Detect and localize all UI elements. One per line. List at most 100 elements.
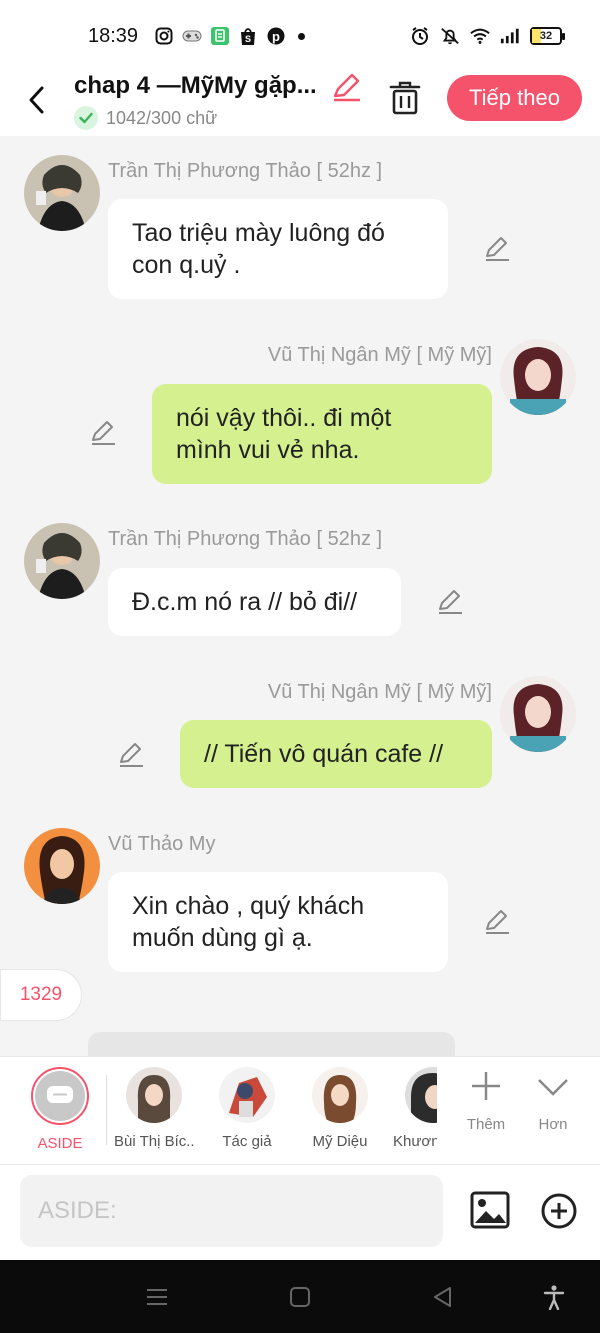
trash-icon bbox=[389, 81, 421, 115]
sender-name: Trần Thị Phương Thảo [ 52hz ] bbox=[108, 160, 383, 182]
edit-title-button[interactable] bbox=[330, 72, 362, 102]
sender-name: Vũ Thị Ngân Mỹ [ Mỹ Mỹ] bbox=[267, 681, 492, 703]
delete-button[interactable] bbox=[388, 78, 422, 116]
message-line: // Tiến vô quán cafe // bbox=[204, 740, 444, 768]
plus-icon bbox=[472, 1072, 500, 1100]
system-icons: 32 bbox=[410, 26, 565, 46]
insert-image-button[interactable] bbox=[470, 1191, 510, 1229]
check-icon bbox=[74, 106, 98, 130]
message-line: Đ.c.m nó ra // bỏ đi// bbox=[132, 588, 358, 616]
character-avatar bbox=[126, 1067, 182, 1123]
pencil-icon bbox=[439, 590, 462, 614]
instagram-icon bbox=[154, 26, 174, 46]
message-line: nói vậy thôi.. đi một bbox=[176, 404, 392, 432]
add-character-button[interactable]: Thêm bbox=[456, 1069, 516, 1133]
home-square-icon bbox=[290, 1287, 310, 1307]
mute-icon bbox=[440, 26, 460, 46]
pencil-icon bbox=[486, 237, 509, 261]
sender-name: Trần Thị Phương Thảo [ 52hz ] bbox=[108, 528, 383, 550]
chevron-left-icon bbox=[29, 86, 44, 114]
message-line: Xin chào , quý khách bbox=[132, 892, 365, 920]
wifi-icon bbox=[470, 26, 490, 46]
accessibility-button[interactable] bbox=[541, 1284, 567, 1311]
edit-message-button[interactable] bbox=[89, 419, 117, 447]
image-icon bbox=[470, 1191, 510, 1229]
svg-text:p: p bbox=[272, 29, 280, 44]
edit-message-button[interactable] bbox=[483, 235, 511, 263]
dot-icon bbox=[298, 32, 305, 40]
triangle-back-icon bbox=[434, 1287, 451, 1307]
edit-message-button[interactable] bbox=[483, 908, 511, 936]
character-selector: ASIDE Bùi Thị Bíc... Tác giả Mỹ Diệu Khư… bbox=[0, 1056, 600, 1165]
editor-header: chap 4 —MỹMy gặp... 1042/300 chữ Tiếp th… bbox=[0, 70, 600, 136]
character-bui-thi[interactable]: Bùi Thị Bíc... bbox=[114, 1067, 194, 1150]
shopee-icon: S bbox=[238, 26, 258, 46]
character-khuong[interactable]: Khươn bbox=[393, 1067, 437, 1150]
recents-button[interactable] bbox=[144, 1284, 170, 1310]
avatar-ngan-my[interactable] bbox=[500, 339, 576, 415]
chapter-title[interactable]: chap 4 —MỹMy gặp... bbox=[74, 72, 326, 100]
status-time: 18:39 bbox=[88, 25, 139, 47]
speech-bubble-icon bbox=[47, 1086, 73, 1103]
character-name: Khươn bbox=[393, 1133, 437, 1150]
message-input[interactable] bbox=[20, 1175, 443, 1247]
avatar-thao-my[interactable] bbox=[24, 828, 100, 904]
signal-icon bbox=[500, 26, 520, 46]
pencil-icon bbox=[92, 421, 115, 445]
plus-circle-icon bbox=[541, 1193, 577, 1229]
message-bubble[interactable]: Đ.c.m nó ra // bỏ đi// bbox=[108, 568, 401, 636]
home-button[interactable] bbox=[287, 1284, 313, 1310]
battery-icon: 32 bbox=[530, 27, 565, 45]
sender-name: Vũ Thảo My bbox=[108, 833, 216, 855]
sender-name: Vũ Thị Ngân Mỹ [ Mỹ Mỹ] bbox=[267, 344, 492, 366]
menu-icon bbox=[147, 1289, 167, 1305]
battery-level: 32 bbox=[539, 30, 553, 42]
character-avatar bbox=[312, 1067, 368, 1123]
divider bbox=[106, 1075, 107, 1145]
back-button[interactable] bbox=[22, 80, 52, 116]
message-bubble[interactable]: Tao triệu mày luông đó con q.uỷ . bbox=[108, 199, 448, 299]
aside-avatar bbox=[31, 1067, 89, 1125]
more-button[interactable]: Hơn bbox=[523, 1069, 583, 1133]
accessibility-icon bbox=[543, 1285, 565, 1311]
message-bubble[interactable]: nói vậy thôi.. đi một mình vui vẻ nha. bbox=[152, 384, 492, 484]
message-bubble[interactable]: // Tiến vô quán cafe // bbox=[180, 720, 492, 788]
svg-text:S: S bbox=[245, 34, 251, 44]
avatar-phuong-thao[interactable] bbox=[24, 155, 100, 231]
edit-message-button[interactable] bbox=[436, 588, 464, 616]
avatar-phuong-thao[interactable] bbox=[24, 523, 100, 599]
more-label: Hơn bbox=[538, 1116, 568, 1133]
add-attachment-button[interactable] bbox=[540, 1192, 578, 1230]
character-avatar bbox=[405, 1067, 437, 1123]
alarm-icon bbox=[410, 26, 430, 46]
pencil-icon bbox=[120, 743, 143, 767]
edit-message-button[interactable] bbox=[117, 741, 145, 769]
app-icon bbox=[210, 26, 230, 46]
pinterest-icon: p bbox=[266, 26, 286, 46]
back-nav-button[interactable] bbox=[430, 1284, 456, 1310]
chat-area[interactable]: Trần Thị Phương Thảo [ 52hz ] Tao triệu … bbox=[0, 136, 600, 1062]
message-line: con q.uỷ . bbox=[132, 251, 241, 279]
word-count-text: 1042/300 chữ bbox=[106, 107, 218, 128]
character-aside[interactable]: ASIDE bbox=[20, 1067, 100, 1152]
add-label: Thêm bbox=[466, 1116, 506, 1133]
character-name: ASIDE bbox=[37, 1135, 83, 1152]
character-my-dieu[interactable]: Mỹ Diệu bbox=[300, 1067, 380, 1150]
character-name: Bùi Thị Bíc... bbox=[114, 1133, 194, 1150]
notification-icons: S p bbox=[154, 26, 305, 46]
character-avatar bbox=[219, 1067, 275, 1123]
message-line: mình vui vẻ nha. bbox=[176, 436, 360, 464]
next-button[interactable]: Tiếp theo bbox=[447, 75, 582, 121]
message-count-badge[interactable]: 1329 bbox=[0, 969, 82, 1021]
system-nav-bar bbox=[0, 1260, 600, 1333]
message-line: muốn dùng gì ạ. bbox=[132, 924, 313, 952]
game-icon bbox=[182, 26, 202, 46]
character-author[interactable]: Tác giả bbox=[207, 1067, 287, 1150]
composer bbox=[0, 1165, 600, 1260]
message-bubble[interactable]: Xin chào , quý khách muốn dùng gì ạ. bbox=[108, 872, 448, 972]
pencil-icon bbox=[333, 73, 360, 102]
pencil-icon bbox=[486, 910, 509, 934]
character-name: Tác giả bbox=[222, 1133, 272, 1150]
avatar-ngan-my[interactable] bbox=[500, 676, 576, 752]
status-bar: 18:39 S p 32 bbox=[0, 0, 600, 70]
